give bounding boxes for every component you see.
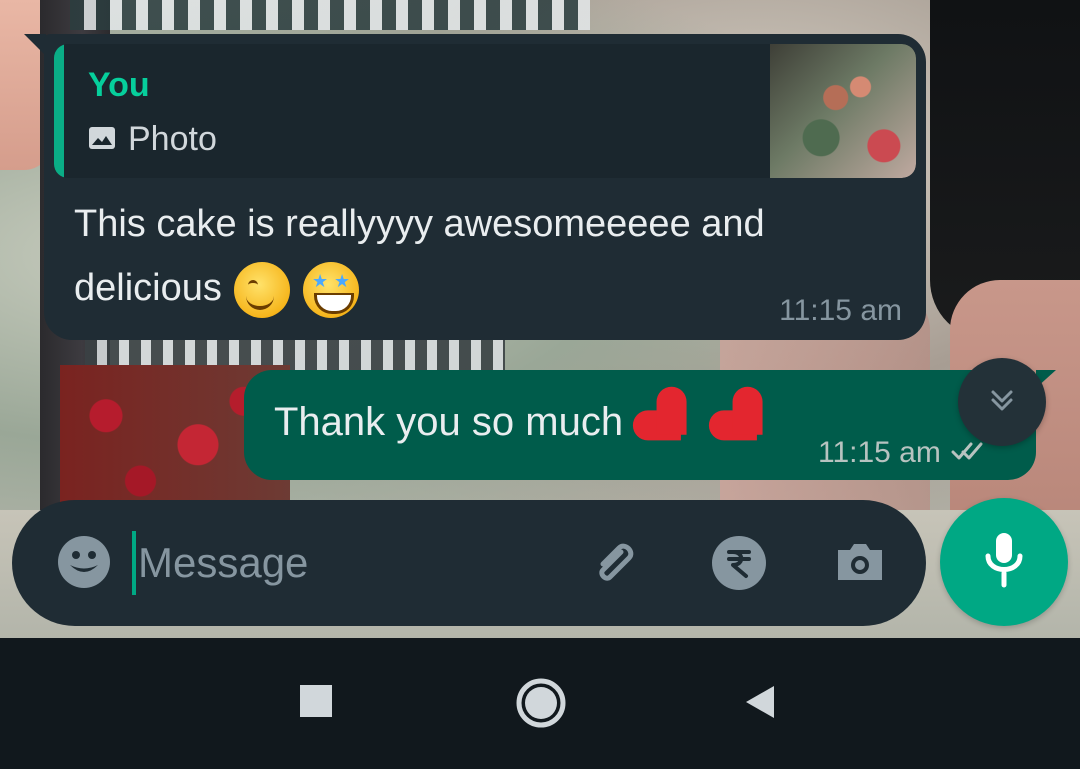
home-button[interactable] [512, 676, 570, 734]
double-check-icon [951, 436, 985, 470]
scroll-to-bottom-button[interactable] [958, 358, 1046, 446]
outgoing-message-timestamp: 11:15 am [818, 436, 941, 469]
emoji-button[interactable] [54, 534, 114, 594]
quoted-author: You [88, 66, 150, 104]
quoted-type-label: Photo [128, 120, 217, 158]
back-button[interactable] [740, 684, 780, 724]
incoming-bubble-tail [24, 34, 46, 56]
triangle-back-icon [740, 682, 780, 727]
rupee-icon [710, 534, 768, 597]
attach-button[interactable] [585, 532, 647, 594]
quoted-message-preview[interactable]: You Photo [54, 44, 916, 178]
double-chevron-down-icon [986, 384, 1018, 421]
circle-icon [512, 674, 570, 737]
recents-button[interactable] [297, 684, 335, 722]
incoming-message-line-2: delicious [74, 267, 222, 309]
paperclip-icon [585, 530, 647, 597]
emoji-icon [56, 534, 112, 595]
heart-emoji-icon [631, 382, 710, 461]
payment-button[interactable] [710, 534, 768, 597]
camera-icon [830, 532, 890, 597]
quoted-photo-thumbnail[interactable] [770, 44, 916, 178]
heart-emoji-icon [707, 382, 786, 461]
outgoing-message-content: Thank you so much [274, 392, 775, 452]
incoming-message-line-1: This cake is reallyyyy awesomeeeee and [74, 203, 765, 245]
outgoing-message-meta: 11:15 am [818, 436, 985, 470]
quote-accent-bar [54, 44, 64, 178]
incoming-message-text: This cake is reallyyyy awesomeeeee and d… [74, 192, 894, 320]
mic-icon [978, 529, 1030, 596]
incoming-message-timestamp: 11:15 am [779, 294, 902, 327]
square-icon [297, 682, 335, 725]
message-input-placeholder: Message [138, 539, 309, 586]
voice-message-button[interactable] [940, 498, 1068, 626]
text-caret [132, 531, 136, 595]
wallpaper-pattern-top [70, 0, 590, 30]
message-input[interactable]: Message [132, 529, 382, 597]
camera-button[interactable] [830, 534, 890, 594]
quoted-type: Photo [88, 120, 217, 159]
yum-emoji-icon [234, 261, 291, 318]
outgoing-message-text: Thank you so much [274, 400, 624, 444]
image-icon [88, 120, 116, 159]
star-struck-emoji-icon: ★ ★ [303, 261, 359, 318]
incoming-message-line-2-wrapper: delicious ★ ★ [74, 256, 894, 320]
